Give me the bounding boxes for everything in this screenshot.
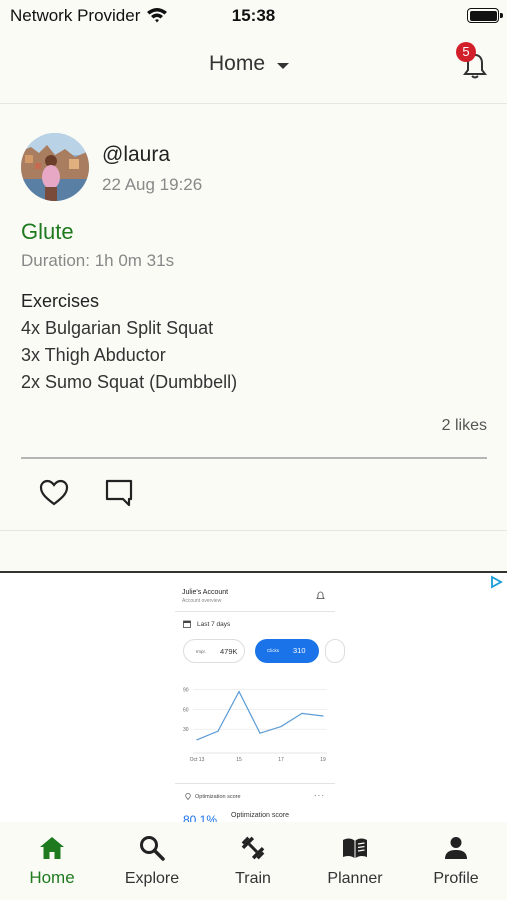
ad-chart-ytick: 90 (183, 688, 189, 694)
ad-account-subtitle: Account overview (182, 598, 222, 604)
ad-banner[interactable]: Julie's Account Account overview Last 7 … (0, 571, 507, 823)
search-icon (140, 836, 165, 861)
ad-creative: Julie's Account Account overview Last 7 … (175, 579, 345, 823)
tab-planner-label: Planner (327, 870, 383, 887)
ad-line-chart: 30 60 90 Oct 13 15 17 19 (183, 688, 327, 763)
ad-account-name: Julie's Account (182, 589, 229, 596)
comment-icon[interactable] (103, 477, 135, 509)
clock: 15:38 (231, 6, 276, 25)
ad-chart-xtick: 17 (278, 757, 284, 763)
likes-count[interactable]: 2 likes (442, 417, 487, 435)
exercise-item: 3x Thigh Abductor (21, 345, 166, 365)
ad-chart-xtick: Oct 13 (190, 757, 205, 763)
ad-chart-point (322, 715, 324, 717)
person-icon (445, 837, 467, 859)
workout-title[interactable]: Glute (21, 219, 74, 245)
workout-duration: Duration: 1h 0m 31s (21, 251, 175, 270)
ad-chart-point (196, 739, 198, 741)
exercise-list: 4x Bulgarian Split Squat 3x Thigh Abduct… (21, 318, 237, 399)
dumbbell-icon (241, 836, 265, 860)
home-icon (40, 837, 64, 859)
top-header: Home 5 (0, 32, 507, 104)
ad-date-range: Last 7 days (197, 621, 231, 628)
ad-optimization-label: Optimization score (195, 794, 241, 800)
notification-badge: 5 (456, 42, 476, 62)
ad-divider (175, 611, 335, 612)
ad-chart-xtick: 15 (236, 757, 242, 763)
tab-home-label: Home (29, 868, 75, 887)
ad-impressions-label: Impr. (196, 649, 207, 654)
ad-bell-icon (316, 591, 325, 599)
more-icon: ··· (314, 791, 325, 800)
ad-score-label: Optimization score (231, 812, 289, 819)
calendar-icon (183, 620, 191, 628)
ad-chart-xtick: 19 (320, 757, 326, 763)
notifications-button[interactable]: 5 (456, 42, 494, 82)
ad-chart-point (217, 730, 219, 732)
status-bar: Network Provider 15:38 (0, 0, 507, 32)
feed-selector-label[interactable]: Home (209, 52, 265, 76)
tab-train-label: Train (235, 870, 271, 887)
book-icon (343, 838, 367, 858)
heart-icon[interactable] (38, 477, 70, 507)
location-pin-icon (185, 793, 191, 800)
ad-chart-point (238, 690, 240, 693)
bottom-tab-bar: Home Explore Train Planner Profile (0, 822, 507, 900)
tab-explore-label: Explore (124, 870, 180, 887)
tab-train[interactable]: Train (203, 822, 303, 900)
ad-clicks-pill: Clicks 310 (255, 639, 319, 663)
post-username[interactable]: @laura (102, 143, 170, 167)
exercises-heading: Exercises (21, 291, 100, 311)
caret-down-icon[interactable] (277, 63, 289, 69)
tab-planner[interactable]: Planner (305, 822, 405, 900)
ad-clicks-label: Clicks (267, 648, 279, 653)
ad-chart-point (301, 712, 303, 714)
ad-chart-series-line (196, 690, 324, 741)
exercise-item: 4x Bulgarian Split Squat (21, 318, 214, 338)
ad-chart-point (259, 732, 261, 734)
divider (21, 457, 487, 459)
ad-impressions-value: 479K (220, 647, 238, 656)
ad-metric-pill-partial (325, 639, 345, 663)
ad-chart-point (280, 725, 282, 728)
ad-chart-ytick: 60 (183, 707, 189, 713)
tab-home[interactable]: Home (2, 822, 102, 900)
post-timestamp: 22 Aug 19:26 (102, 175, 203, 194)
avatar[interactable] (21, 133, 89, 201)
battery-icon (467, 8, 503, 23)
ad-choices-icon[interactable] (489, 575, 503, 589)
ad-clicks-value: 310 (293, 646, 306, 655)
ad-impressions-pill: Impr. 479K (183, 639, 245, 663)
tab-profile-label: Profile (433, 870, 479, 887)
tab-explore[interactable]: Explore (102, 822, 202, 900)
exercise-item: 2x Sumo Squat (Dumbbell) (21, 372, 238, 392)
tab-profile[interactable]: Profile (406, 822, 506, 900)
ad-divider (175, 783, 335, 784)
ad-chart-ytick: 30 (183, 727, 189, 733)
workout-post: @laura 22 Aug 19:26 Glute Duration: 1h 0… (0, 105, 507, 531)
